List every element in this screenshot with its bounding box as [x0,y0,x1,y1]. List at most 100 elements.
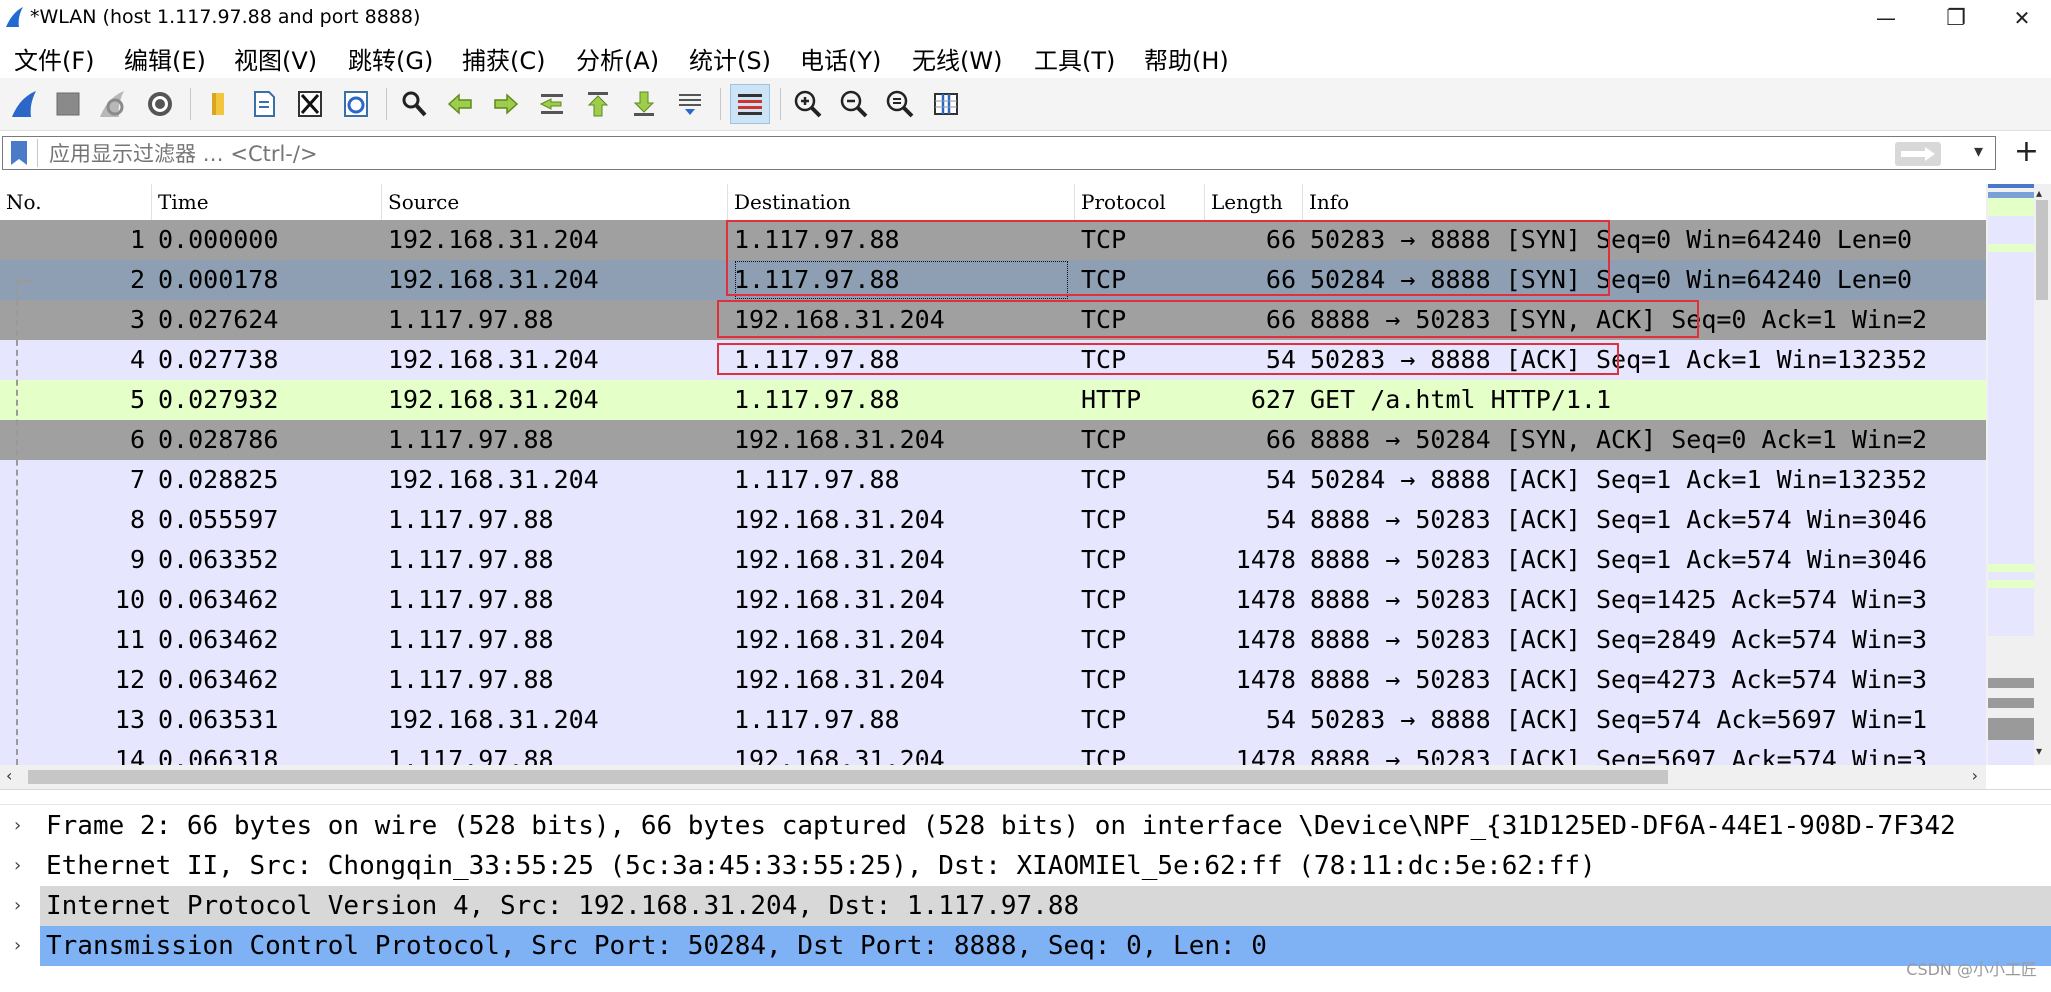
detail-row-tcp[interactable]: › Transmission Control Protocol, Src Por… [0,926,2051,966]
add-filter-button[interactable]: + [2014,134,2039,169]
column-header-no[interactable]: No. [0,184,152,220]
apply-filter-button[interactable] [1895,142,1941,166]
packet-protocol: TCP [1081,585,1127,614]
packet-row[interactable]: 4 0.027738 192.168.31.204 1.117.97.88 TC… [0,340,1986,380]
packet-source: 1.117.97.88 [388,585,554,614]
go-forward-icon[interactable] [486,84,526,124]
packet-protocol: TCP [1081,305,1127,334]
packet-row[interactable]: 2 0.000178 192.168.31.204 1.117.97.88 TC… [0,260,1986,300]
display-filter-bar: ▾ + [0,132,2051,174]
bookmark-icon[interactable] [11,141,27,165]
reload-file-icon[interactable] [336,84,376,124]
packet-row[interactable]: 5 0.027932 192.168.31.204 1.117.97.88 HT… [0,380,1986,420]
packet-source: 1.117.97.88 [388,425,554,454]
packet-info: 50283 → 8888 [ACK] Seq=1 Ack=1 Win=13235… [1310,345,1928,374]
column-header-destination[interactable]: Destination [728,184,1075,220]
expand-arrow-icon[interactable]: › [12,846,23,886]
packet-protocol: TCP [1081,625,1127,654]
vertical-scroll-thumb[interactable] [2036,200,2048,300]
auto-scroll-icon[interactable] [670,84,710,124]
menu-tools[interactable]: 工具(T) [1034,41,1115,76]
packet-source: 192.168.31.204 [388,345,599,374]
stop-capture-icon[interactable] [48,84,88,124]
packet-info: 8888 → 50283 [ACK] Seq=4273 Ack=574 Win=… [1310,665,1928,694]
packet-row[interactable]: 9 0.063352 1.117.97.88 192.168.31.204 TC… [0,540,1986,580]
packet-row[interactable]: 6 0.028786 1.117.97.88 192.168.31.204 TC… [0,420,1986,460]
packet-minimap[interactable] [1988,184,2034,765]
save-file-icon[interactable] [244,84,284,124]
packet-row[interactable]: 12 0.063462 1.117.97.88 192.168.31.204 T… [0,660,1986,700]
open-file-icon[interactable] [198,84,238,124]
detail-text: Ethernet II, Src: Chongqin_33:55:25 (5c:… [46,851,1596,881]
menu-help[interactable]: 帮助(H) [1144,41,1229,76]
resize-columns-icon[interactable] [926,84,966,124]
capture-options-icon[interactable] [140,84,180,124]
packet-destination: 192.168.31.204 [734,665,945,694]
menu-wireless[interactable]: 无线(W) [912,41,1002,76]
zoom-out-icon[interactable] [834,84,874,124]
go-first-packet-icon[interactable] [578,84,618,124]
watermark: CSDN @小小工匠 [1906,960,2037,979]
column-header-time[interactable]: Time [152,184,382,220]
minimize-button[interactable]: — [1856,0,1916,36]
menu-edit[interactable]: 编辑(E) [124,41,206,76]
packet-row[interactable]: 11 0.063462 1.117.97.88 192.168.31.204 T… [0,620,1986,660]
restart-capture-icon[interactable] [92,84,132,124]
menu-go[interactable]: 跳转(G) [348,41,433,76]
column-header-source[interactable]: Source [382,184,728,220]
scroll-up-icon[interactable]: ▴ [2036,186,2042,200]
column-header-protocol[interactable]: Protocol [1075,184,1205,220]
horizontal-scroll-thumb[interactable] [28,770,1668,784]
packet-row[interactable]: 1 0.000000 192.168.31.204 1.117.97.88 TC… [0,220,1986,260]
expand-arrow-icon[interactable]: › [12,886,23,926]
chevron-down-icon[interactable]: ▾ [1974,141,1983,162]
column-header-length[interactable]: Length [1205,184,1303,220]
packet-source: 1.117.97.88 [388,545,554,574]
scroll-right-icon[interactable]: › [1972,766,1978,785]
normal-size-icon[interactable] [880,84,920,124]
detail-row-ethernet[interactable]: › Ethernet II, Src: Chongqin_33:55:25 (5… [0,846,2051,886]
packet-row[interactable]: 10 0.063462 1.117.97.88 192.168.31.204 T… [0,580,1986,620]
scroll-down-icon[interactable]: ▾ [2036,744,2042,758]
column-header-info[interactable]: Info [1303,184,1986,220]
packet-info: GET /a.html HTTP/1.1 [1310,385,1612,414]
packet-details-pane: › Frame 2: 66 bytes on wire (528 bits), … [0,806,2051,992]
close-button[interactable]: ✕ [1992,0,2051,36]
go-back-icon[interactable] [440,84,480,124]
packet-row[interactable]: 8 0.055597 1.117.97.88 192.168.31.204 TC… [0,500,1986,540]
packet-time: 0.028825 [158,465,279,494]
packet-protocol: TCP [1081,345,1127,374]
conversation-line [16,280,19,765]
menu-capture[interactable]: 捕获(C) [462,41,545,76]
expand-arrow-icon[interactable]: › [12,806,23,846]
go-last-packet-icon[interactable] [624,84,664,124]
menu-file[interactable]: 文件(F) [14,41,95,76]
horizontal-scrollbar[interactable]: ‹ › [0,765,1986,789]
packet-row[interactable]: 13 0.063531 192.168.31.204 1.117.97.88 T… [0,700,1986,740]
detail-row-frame[interactable]: › Frame 2: 66 bytes on wire (528 bits), … [0,806,2051,846]
packet-source: 1.117.97.88 [388,665,554,694]
expand-arrow-icon[interactable]: › [12,926,23,966]
packet-row[interactable]: 7 0.028825 192.168.31.204 1.117.97.88 TC… [0,460,1986,500]
restore-button[interactable]: ❐ [1926,0,1986,36]
packet-row[interactable]: 14 0.066318 1.117.97.88 192.168.31.204 T… [0,740,1986,765]
menu-view[interactable]: 视图(V) [234,41,317,76]
go-to-packet-icon[interactable] [532,84,572,124]
start-capture-icon[interactable] [4,84,44,124]
colorize-packet-list-icon[interactable] [730,84,770,124]
packet-no: 11 [114,625,145,654]
detail-row-ipv4[interactable]: › Internet Protocol Version 4, Src: 192.… [0,886,2051,926]
menu-telephony[interactable]: 电话(Y) [800,41,881,76]
zoom-in-icon[interactable] [788,84,828,124]
packet-length: 66 [1265,305,1296,334]
close-file-icon[interactable] [290,84,330,124]
packet-time: 0.063462 [158,585,279,614]
scroll-left-icon[interactable]: ‹ [6,766,12,785]
menu-statistics[interactable]: 统计(S) [689,41,771,76]
menu-analyze[interactable]: 分析(A) [576,41,659,76]
packet-row[interactable]: 3 0.027624 1.117.97.88 192.168.31.204 TC… [0,300,1986,340]
packet-no: 8 [129,505,145,534]
find-packet-icon[interactable] [394,84,434,124]
pane-splitter[interactable] [0,789,2051,805]
display-filter-input[interactable] [47,139,1881,169]
